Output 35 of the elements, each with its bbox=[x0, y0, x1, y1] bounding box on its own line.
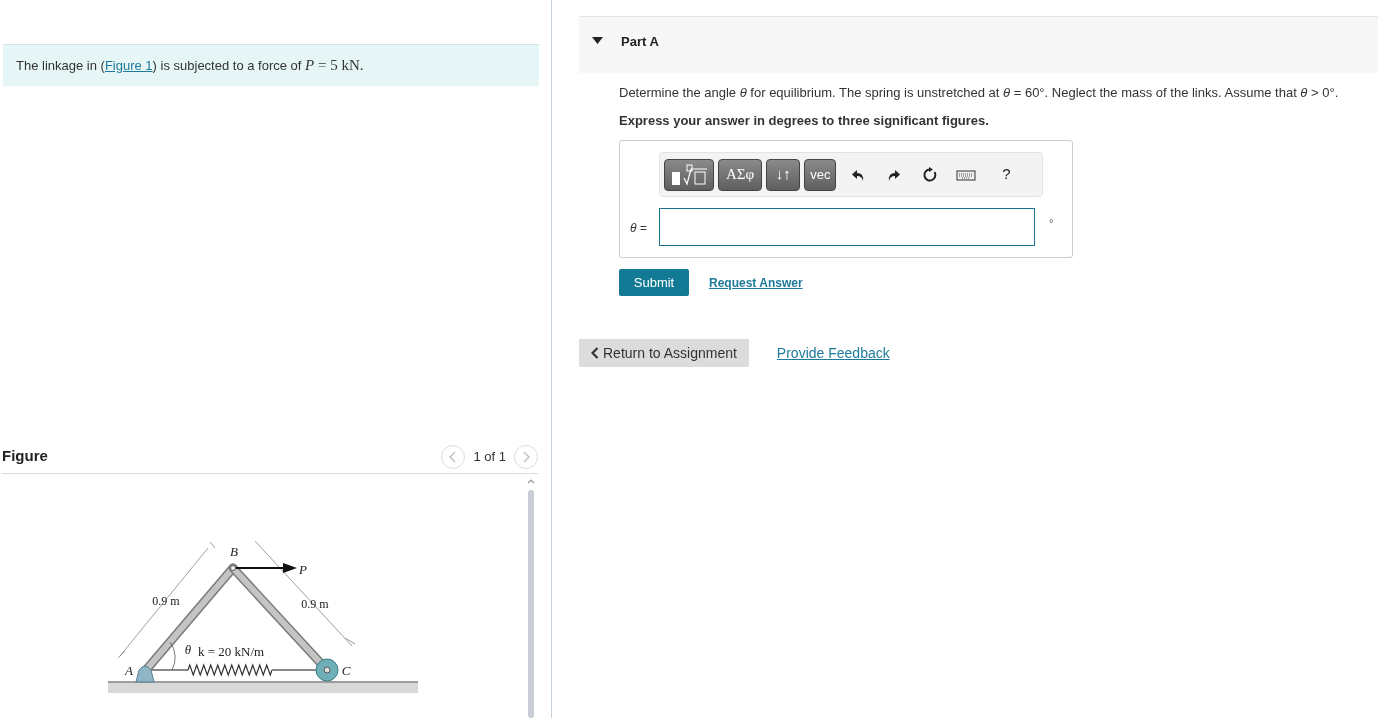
point-label: B bbox=[230, 544, 238, 559]
reset-icon bbox=[922, 166, 939, 183]
instruction-text: Express your answer in degrees to three significant figures. bbox=[619, 111, 990, 130]
chevron-left-icon bbox=[449, 450, 458, 463]
length-label: 0.9 m bbox=[301, 597, 329, 611]
angle-label: θ bbox=[184, 642, 192, 657]
scrollbar-thumb[interactable] bbox=[528, 490, 534, 718]
submit-button[interactable]: Submit bbox=[619, 269, 689, 296]
unit-label: ° bbox=[1049, 216, 1054, 231]
length-label: 0.9 m bbox=[152, 594, 180, 608]
symbol-button[interactable]: ΑΣφ bbox=[718, 158, 763, 191]
figure-link[interactable]: Figure 1 bbox=[104, 58, 153, 74]
point-label: C bbox=[341, 663, 351, 678]
page-counter: 1 of 1 bbox=[473, 447, 506, 466]
answer-field[interactable] bbox=[659, 208, 1035, 246]
point-label: A bbox=[125, 663, 133, 678]
symbol-button[interactable]: vec bbox=[804, 158, 837, 191]
chevron-left-icon bbox=[591, 347, 599, 359]
template-button[interactable] bbox=[664, 158, 714, 191]
chevron-right-icon bbox=[522, 450, 530, 463]
question-text: Determine the angle θ for equilibrium. The spring is unstretched at θ = 60°. Neglect the mass of the links. Assume that θ > 0°. bbox=[619, 84, 1340, 102]
scroll-up-icon[interactable] bbox=[527, 478, 535, 484]
request-answer-link[interactable]: Request Answer bbox=[709, 273, 803, 292]
symbol-button[interactable]: ↓↑ bbox=[766, 158, 801, 191]
answer-label: θ = bbox=[630, 220, 647, 237]
feedback-link[interactable]: Provide Feedback bbox=[776, 342, 890, 364]
caret-icon[interactable] bbox=[592, 37, 603, 44]
help-button[interactable]: ? bbox=[992, 158, 1021, 191]
spring-label: k = 20 kN/m bbox=[198, 644, 265, 659]
part-title[interactable]: Part A bbox=[621, 32, 659, 52]
figure-title: Figure bbox=[2, 446, 48, 467]
fraction-root-icon bbox=[669, 163, 709, 186]
return-button[interactable]: Return to Assignment bbox=[579, 339, 749, 367]
force-label: P bbox=[299, 562, 307, 577]
problem-text: The linkage in (Figure 1) is subjected to a force of P = 5 kN. bbox=[16, 56, 364, 76]
